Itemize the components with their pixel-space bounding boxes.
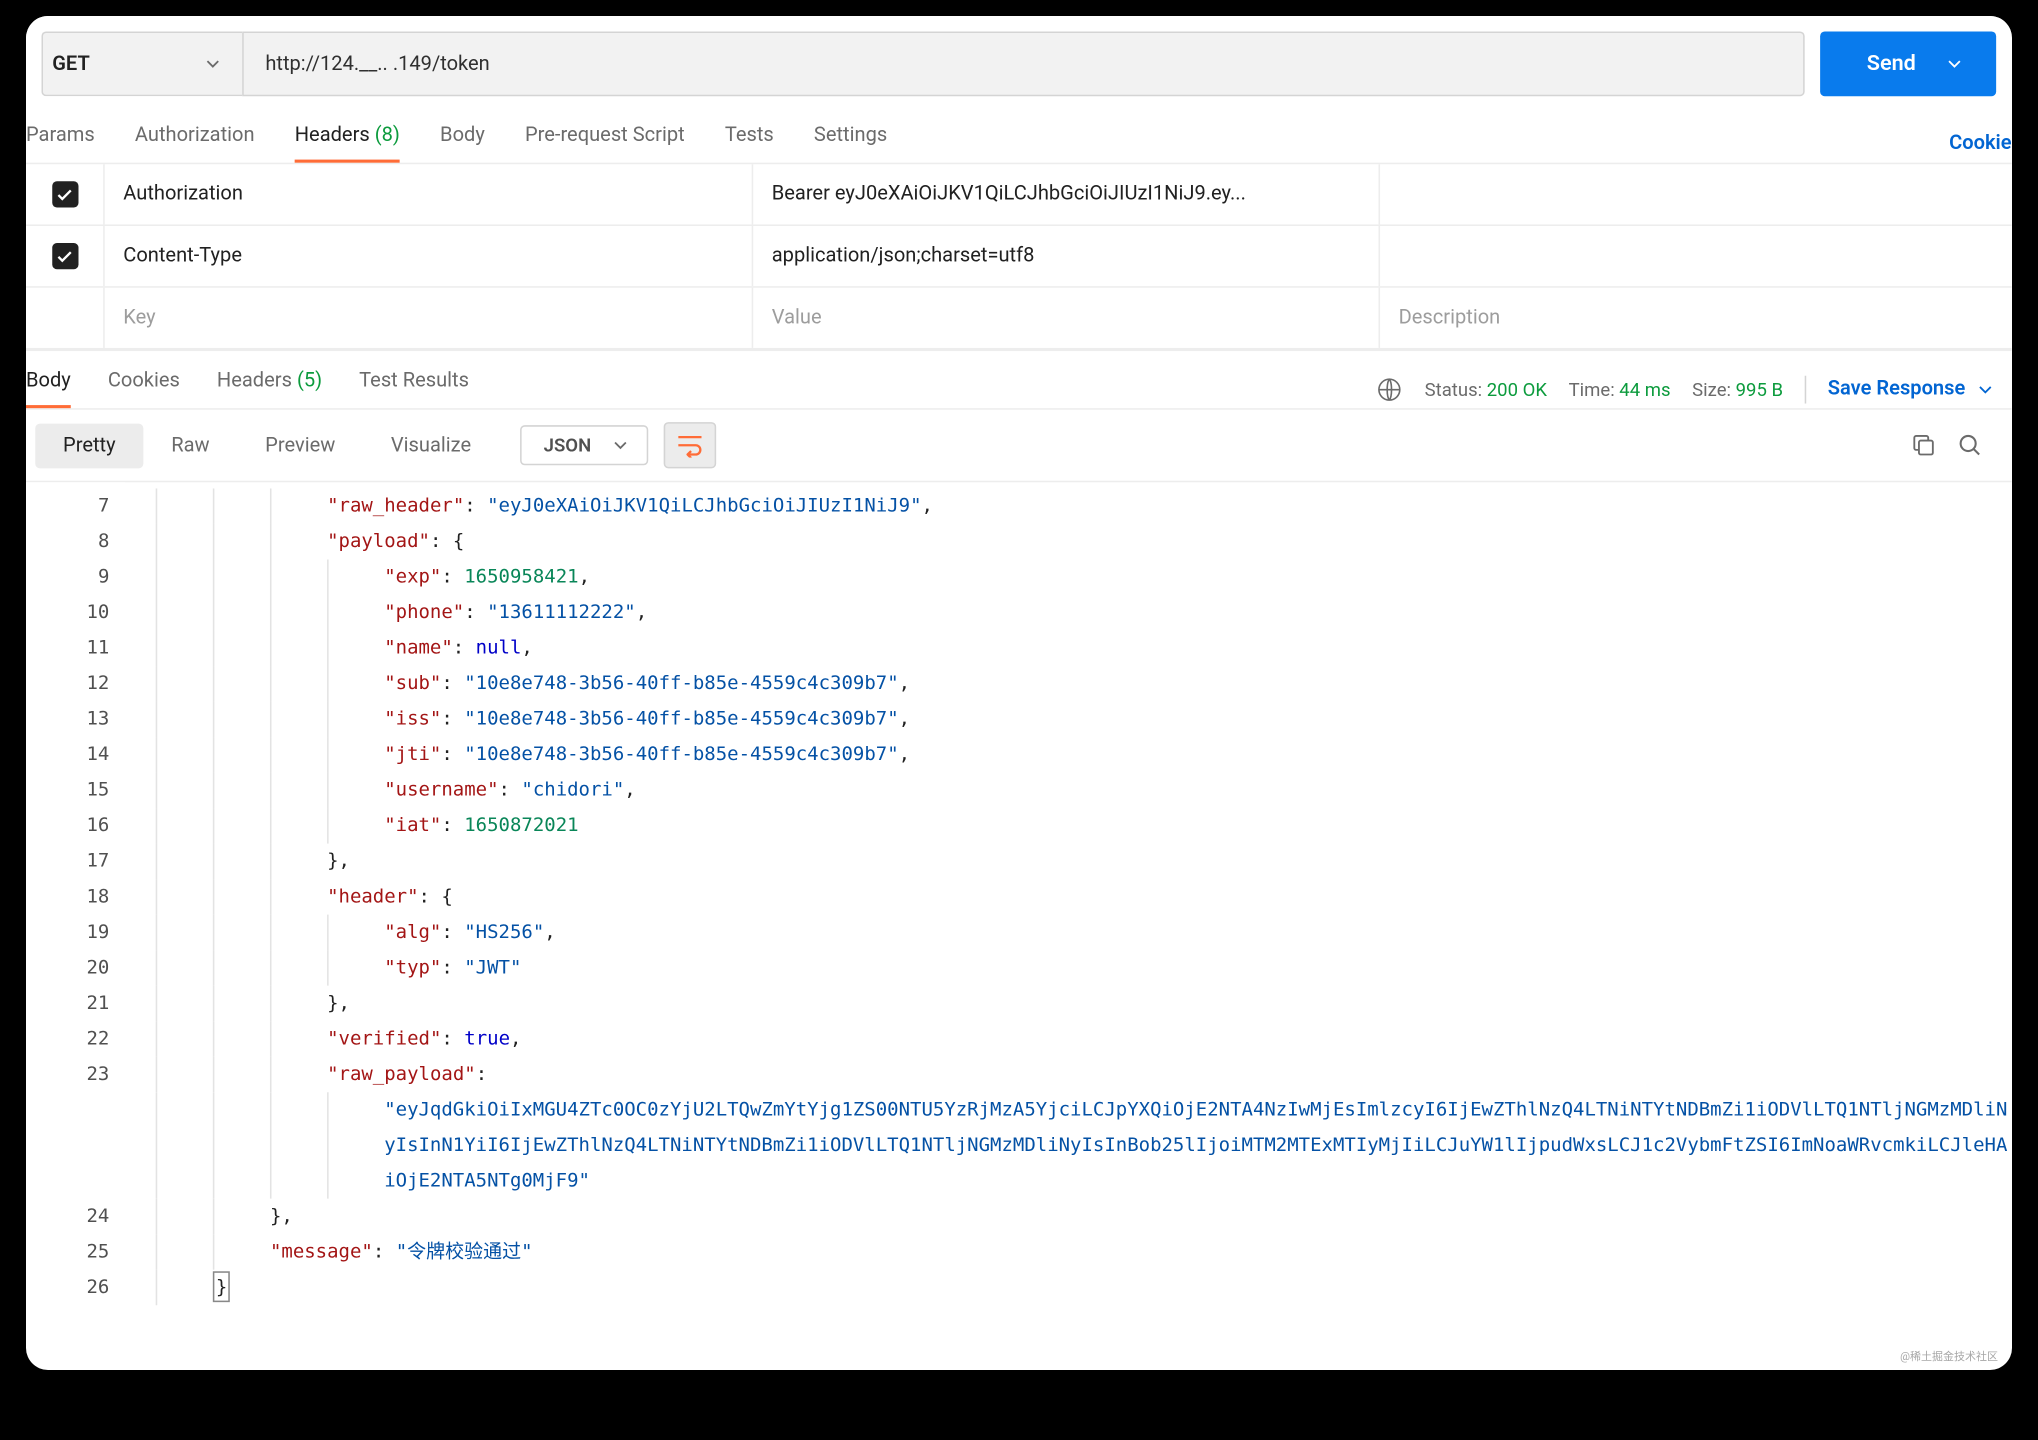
- chevron-down-icon: [202, 53, 224, 75]
- header-key-placeholder[interactable]: Key: [103, 288, 751, 348]
- http-method-select[interactable]: GET: [41, 31, 242, 96]
- tab-headers-label: Headers: [295, 124, 370, 147]
- http-method-value: GET: [52, 52, 90, 75]
- table-row: Authorization Bearer eyJ0eXAiOiJKV1QiLCJ…: [26, 164, 2012, 226]
- copy-button[interactable]: [1900, 422, 1946, 468]
- size-label: Size:: [1692, 378, 1731, 400]
- wrap-lines-button[interactable]: [664, 422, 716, 468]
- checkbox-icon[interactable]: [51, 243, 77, 269]
- checkbox-icon[interactable]: [51, 181, 77, 207]
- response-body[interactable]: 7891011121314151617181920212223242526 "r…: [26, 481, 2012, 1312]
- format-type-value: JSON: [544, 434, 592, 456]
- time-label: Time:: [1569, 378, 1615, 400]
- response-meta: Status: 200 OK Time: 44 ms Size: 995 B S…: [1375, 375, 1996, 403]
- table-row: Content-Type application/json;charset=ut…: [26, 226, 2012, 288]
- response-tab-headers-count: (5): [297, 370, 322, 393]
- response-tab-test-results[interactable]: Test Results: [359, 370, 469, 409]
- header-value-placeholder[interactable]: Value: [752, 288, 1379, 348]
- send-button[interactable]: Send: [1820, 31, 1996, 96]
- line-gutter: 7891011121314151617181920212223242526: [26, 482, 125, 1311]
- save-response-button[interactable]: Save Response: [1828, 377, 1996, 400]
- format-type-select[interactable]: JSON: [521, 425, 649, 465]
- response-tab-body[interactable]: Body: [26, 370, 71, 409]
- size-value: 995 B: [1736, 378, 1783, 400]
- header-desc-placeholder[interactable]: Description: [1379, 288, 2012, 348]
- header-value[interactable]: application/json;charset=utf8: [752, 226, 1379, 286]
- cookies-link[interactable]: Cookie: [1949, 132, 2011, 155]
- tab-headers[interactable]: Headers (8): [295, 124, 400, 163]
- header-key[interactable]: Content-Type: [103, 226, 751, 286]
- tab-settings[interactable]: Settings: [814, 124, 887, 163]
- header-value[interactable]: Bearer eyJ0eXAiOiJKV1QiLCJhbGciOiJIUzI1N…: [752, 164, 1379, 224]
- copy-icon: [1910, 431, 1938, 459]
- fmt-visualize[interactable]: Visualize: [363, 423, 499, 468]
- header-key[interactable]: Authorization: [103, 164, 751, 224]
- globe-icon[interactable]: [1375, 375, 1403, 403]
- tab-authorization[interactable]: Authorization: [135, 124, 255, 163]
- response-tab-cookies[interactable]: Cookies: [108, 370, 180, 409]
- fmt-pretty[interactable]: Pretty: [35, 423, 143, 468]
- fmt-preview[interactable]: Preview: [237, 423, 363, 468]
- status-value: 200 OK: [1487, 378, 1547, 400]
- header-desc[interactable]: [1379, 226, 2012, 286]
- tab-tests[interactable]: Tests: [725, 124, 774, 163]
- chevron-down-icon: [1975, 378, 1997, 400]
- tab-body[interactable]: Body: [440, 124, 485, 163]
- search-button[interactable]: [1947, 422, 1993, 468]
- status-label: Status:: [1425, 378, 1482, 400]
- chevron-down-icon: [610, 434, 632, 456]
- fmt-raw[interactable]: Raw: [143, 423, 237, 468]
- url-input[interactable]: http://124.__.. .149/token: [242, 31, 1805, 96]
- code-lines[interactable]: "raw_header": "eyJ0eXAiOiJKV1QiLCJhbGciO…: [125, 482, 2012, 1311]
- tab-prerequest[interactable]: Pre-request Script: [525, 124, 685, 163]
- search-icon: [1956, 431, 1984, 459]
- table-row-placeholder: Key Value Description: [26, 288, 2012, 350]
- watermark: @稀土掘金技术社区: [1900, 1348, 1998, 1364]
- tab-headers-count: (8): [375, 124, 400, 147]
- headers-table: Authorization Bearer eyJ0eXAiOiJKV1QiLCJ…: [26, 163, 2012, 350]
- save-response-label: Save Response: [1828, 377, 1965, 400]
- tab-params[interactable]: Params: [26, 124, 95, 163]
- response-tab-headers-label: Headers: [217, 370, 292, 393]
- chevron-down-icon[interactable]: [1944, 53, 1966, 75]
- send-button-label: Send: [1867, 52, 1916, 77]
- response-tab-headers[interactable]: Headers (5): [217, 370, 322, 409]
- url-value: http://124.__.. .149/token: [265, 52, 489, 75]
- header-desc[interactable]: [1379, 164, 2012, 224]
- wrap-icon: [676, 433, 704, 458]
- time-value: 44 ms: [1619, 378, 1670, 400]
